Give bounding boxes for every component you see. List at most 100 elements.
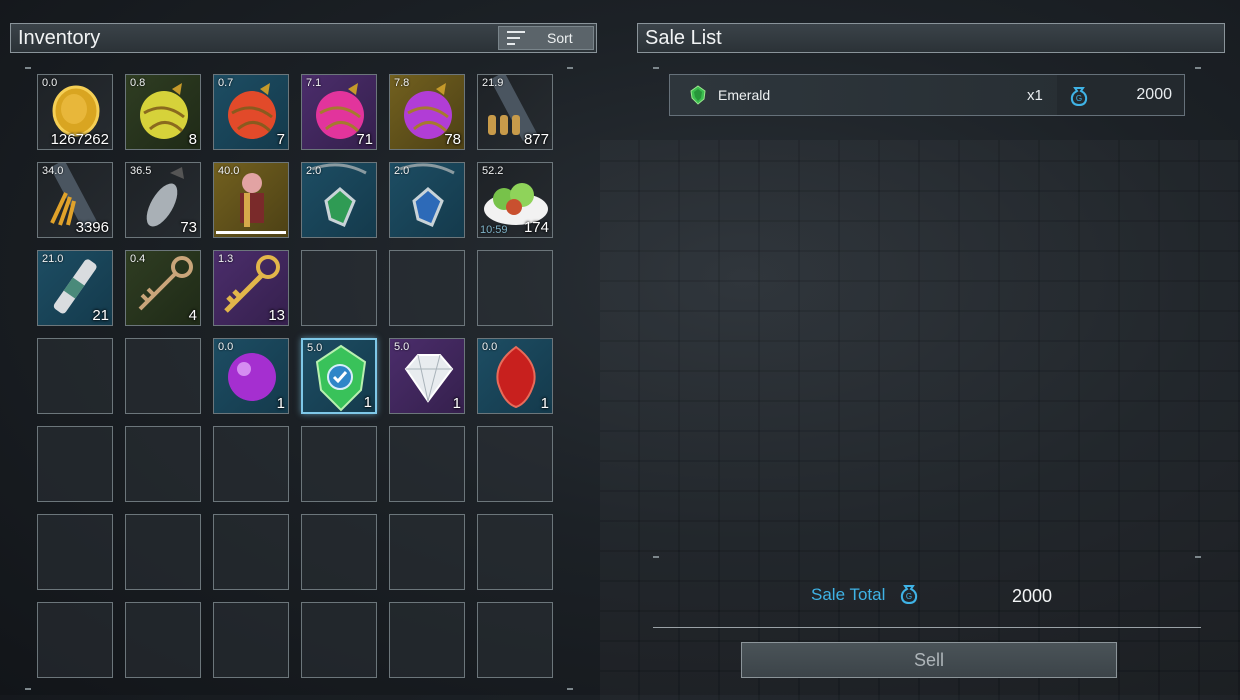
empty-inventory-slot[interactable] <box>301 250 377 326</box>
corner-tick <box>567 67 573 69</box>
item-quantity: 3396 <box>75 219 109 236</box>
checkmark-icon <box>327 364 353 390</box>
svg-text:G: G <box>906 592 912 601</box>
inventory-slot[interactable]: 21.0 21 <box>37 250 113 326</box>
durability-bar <box>216 231 286 234</box>
empty-inventory-slot[interactable] <box>213 426 289 502</box>
item-quantity: 877 <box>523 131 549 148</box>
item-quantity: 21 <box>92 307 109 324</box>
inventory-slot[interactable]: 0.7 7 <box>213 74 289 150</box>
inventory-slot[interactable]: 2.0 <box>301 162 377 238</box>
empty-inventory-slot[interactable] <box>37 338 113 414</box>
inventory-slot[interactable]: 5.0 1 <box>389 338 465 414</box>
inventory-slot[interactable]: 0.8 8 <box>125 74 201 150</box>
empty-inventory-slot[interactable] <box>389 514 465 590</box>
svg-text:G: G <box>1076 94 1082 103</box>
empty-inventory-slot[interactable] <box>213 514 289 590</box>
item-weight: 52.2 <box>482 165 504 177</box>
inventory-slot[interactable]: 1.3 13 <box>213 250 289 326</box>
corner-tick <box>25 67 31 69</box>
item-quantity: 1 <box>363 394 372 411</box>
empty-inventory-slot[interactable] <box>389 426 465 502</box>
empty-inventory-slot[interactable] <box>301 602 377 678</box>
item-weight: 21.9 <box>482 77 504 89</box>
item-weight: 34.0 <box>42 165 64 177</box>
item-quantity: 1 <box>452 395 461 412</box>
item-weight: 0.8 <box>130 77 146 89</box>
sort-button[interactable]: Sort <box>498 26 594 50</box>
item-quantity: 1 <box>540 395 549 412</box>
corner-tick <box>567 688 573 690</box>
inventory-slot[interactable]: 0.4 4 <box>125 250 201 326</box>
sell-button-label: Sell <box>913 649 944 670</box>
item-weight: 2.0 <box>394 165 410 177</box>
sale-total-value: 2000 <box>1012 586 1053 606</box>
inventory-slot[interactable]: 0.0 1 <box>477 338 553 414</box>
item-weight: 36.5 <box>130 165 152 177</box>
item-quantity: 78 <box>444 131 461 148</box>
sell-button[interactable]: Sell <box>741 642 1117 678</box>
empty-inventory-slot[interactable] <box>301 426 377 502</box>
corner-tick <box>653 556 659 558</box>
background-floor <box>600 140 1240 700</box>
sale-item-price-box: G 2000 <box>1057 75 1184 115</box>
item-quantity: 1 <box>276 395 285 412</box>
empty-inventory-slot[interactable] <box>37 602 113 678</box>
item-quantity: 1267262 <box>50 131 109 148</box>
item-weight: 0.4 <box>130 253 146 265</box>
empty-inventory-slot[interactable] <box>125 602 201 678</box>
empty-inventory-slot[interactable] <box>477 250 553 326</box>
empty-inventory-slot[interactable] <box>301 514 377 590</box>
item-weight: 0.7 <box>218 77 234 89</box>
empty-inventory-slot[interactable] <box>477 426 553 502</box>
empty-inventory-slot[interactable] <box>37 514 113 590</box>
item-quantity: 71 <box>356 131 373 148</box>
inventory-slot[interactable]: 0.0 1267262 <box>37 74 113 150</box>
empty-inventory-slot[interactable] <box>125 338 201 414</box>
inventory-grid: 0.0 1267262 0.8 8 0.7 7 7.1 71 7.8 78 21.9 877 34.0 3… <box>37 74 553 678</box>
inventory-slot[interactable]: 7.1 71 <box>301 74 377 150</box>
empty-inventory-slot[interactable] <box>213 602 289 678</box>
empty-inventory-slot[interactable] <box>389 602 465 678</box>
inventory-slot[interactable]: 36.5 73 <box>125 162 201 238</box>
inventory-slot[interactable]: 40.0 <box>213 162 289 238</box>
item-weight: 0.0 <box>218 341 234 353</box>
empty-inventory-slot[interactable] <box>37 426 113 502</box>
gold-bag-icon: G <box>900 585 918 604</box>
item-weight: 2.0 <box>306 165 322 177</box>
item-quantity: 7 <box>276 131 285 148</box>
item-weight: 7.8 <box>394 77 410 89</box>
sale-list-item[interactable]: Emerald x1 G 2000 <box>669 74 1185 116</box>
corner-tick <box>1195 556 1201 558</box>
empty-inventory-slot[interactable] <box>477 602 553 678</box>
item-quantity: 174 <box>523 219 549 236</box>
empty-inventory-slot[interactable] <box>389 250 465 326</box>
gold-bag-icon: G <box>1070 87 1088 106</box>
inventory-title: Inventory <box>18 26 101 49</box>
sale-item-price: 2000 <box>1136 86 1172 103</box>
inventory-slot[interactable]: 21.9 877 <box>477 74 553 150</box>
item-timer: 10:59 <box>480 224 508 236</box>
corner-tick <box>25 688 31 690</box>
empty-inventory-slot[interactable] <box>125 426 201 502</box>
inventory-slot[interactable]: 7.8 78 <box>389 74 465 150</box>
emerald-icon <box>690 85 706 105</box>
divider <box>653 627 1201 628</box>
item-quantity: 4 <box>188 307 197 324</box>
item-weight: 5.0 <box>394 341 410 353</box>
item-quantity: 73 <box>180 219 197 236</box>
sale-item-name: Emerald <box>718 87 771 103</box>
inventory-slot[interactable]: 52.2 174 10:59 <box>477 162 553 238</box>
empty-inventory-slot[interactable] <box>125 514 201 590</box>
item-weight: 40.0 <box>218 165 240 177</box>
inventory-slot[interactable]: 34.0 3396 <box>37 162 113 238</box>
corner-tick <box>1195 67 1201 69</box>
inventory-slot[interactable]: 0.0 1 <box>213 338 289 414</box>
corner-tick <box>653 67 659 69</box>
sale-item-count: x1 <box>1027 86 1043 104</box>
sale-list-header: Sale List <box>637 23 1225 53</box>
inventory-slot[interactable]: 5.0 1 <box>301 338 377 414</box>
empty-inventory-slot[interactable] <box>477 514 553 590</box>
inventory-slot[interactable]: 2.0 <box>389 162 465 238</box>
sale-list-title: Sale List <box>645 26 722 49</box>
